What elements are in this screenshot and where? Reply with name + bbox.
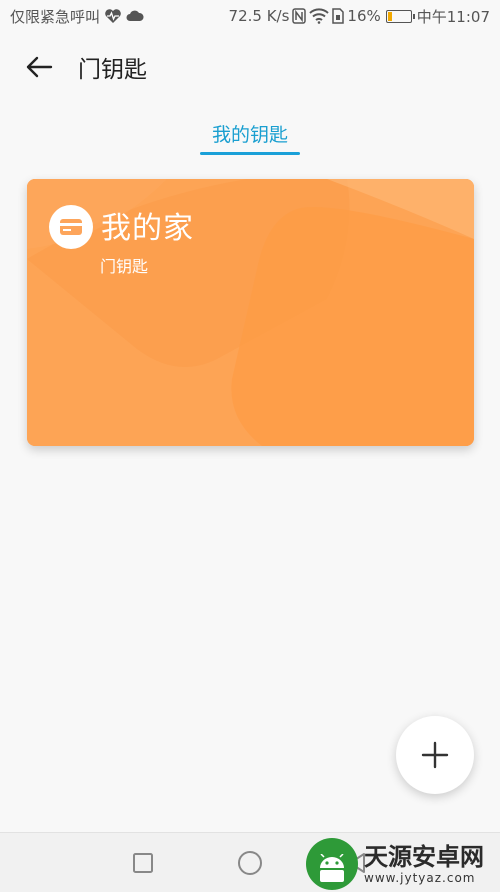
battery-icon — [385, 9, 415, 23]
status-time: 中午11:07 — [416, 7, 490, 26]
battery-percent: 16% — [347, 7, 381, 25]
page-title: 门钥匙 — [78, 57, 147, 83]
key-name: 我的家 — [101, 211, 194, 246]
square-icon — [133, 852, 154, 873]
recents-button[interactable] — [128, 848, 158, 878]
screen: 仅限紧急呼叫 72.5 K/s 16% 中午11:07 门钥匙 我的钥匙 我的家… — [0, 0, 500, 892]
key-card[interactable]: 我的家 门钥匙 — [27, 179, 474, 446]
key-type: 门钥匙 — [100, 257, 149, 276]
watermark-url: www.jytyaz.com — [364, 871, 476, 885]
carrier-text: 仅限紧急呼叫 — [10, 7, 101, 26]
health-icon — [104, 8, 122, 24]
watermark-title: 天源安卓网 — [364, 843, 484, 871]
sim-icon — [332, 8, 345, 24]
status-right: 72.5 K/s 16% 中午11:07 — [229, 6, 490, 27]
app-bar: 门钥匙 — [0, 32, 500, 102]
back-button[interactable] — [22, 50, 56, 84]
arrow-left-icon — [26, 56, 53, 78]
tab-label: 我的钥匙 — [211, 124, 288, 146]
wifi-icon — [309, 8, 330, 24]
add-key-button[interactable] — [396, 716, 474, 794]
watermark: 天源安卓网 www.jytyaz.com — [306, 836, 500, 892]
tab-bar: 我的钥匙 — [0, 112, 500, 166]
tab-indicator — [199, 152, 300, 155]
status-bar: 仅限紧急呼叫 72.5 K/s 16% 中午11:07 — [0, 0, 500, 32]
watermark-text: 天源安卓网 www.jytyaz.com — [364, 843, 484, 885]
cloud-icon — [126, 10, 144, 22]
network-speed: 72.5 K/s — [228, 7, 290, 25]
circle-icon — [237, 850, 262, 875]
plus-icon — [421, 741, 449, 769]
nfc-icon — [292, 8, 307, 24]
status-left: 仅限紧急呼叫 — [10, 6, 144, 27]
key-list: 我的家 门钥匙 — [0, 166, 500, 832]
tab-my-keys[interactable]: 我的钥匙 — [199, 112, 300, 166]
card-key-icon — [49, 205, 93, 249]
card-background-pattern — [27, 179, 474, 446]
android-logo-icon — [306, 838, 358, 890]
battery-fill — [387, 11, 392, 21]
home-button[interactable] — [235, 848, 265, 878]
